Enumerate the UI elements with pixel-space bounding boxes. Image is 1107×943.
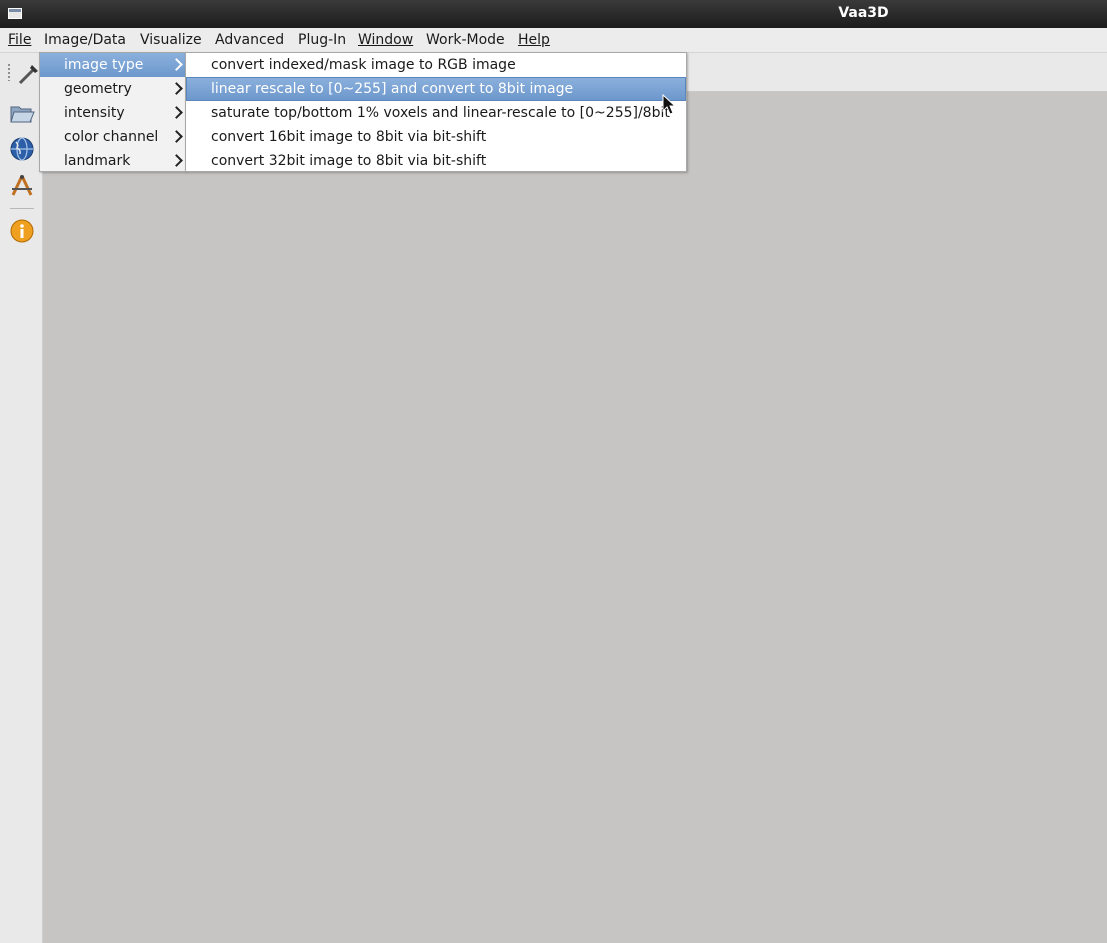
menu-item-label: geometry	[64, 81, 132, 97]
menu-item-label: convert indexed/mask image to RGB image	[211, 57, 516, 73]
menu-item-geometry[interactable]: geometry	[40, 77, 185, 101]
chevron-right-icon	[170, 130, 183, 143]
menu-visualize[interactable]: Visualize	[140, 31, 202, 51]
toolbar-separator	[10, 208, 34, 209]
menu-item-label: convert 32bit image to 8bit via bit-shif…	[211, 153, 487, 169]
chevron-right-icon	[170, 58, 183, 71]
menu-item-label: saturate top/bottom 1% voxels and linear…	[211, 105, 670, 121]
menu-item-label: landmark	[64, 153, 131, 169]
window-title: Vaa3D	[838, 5, 889, 21]
left-toolbar	[0, 53, 43, 943]
open-folder-icon[interactable]	[9, 100, 35, 126]
menu-item-convert-16bit-to-8bit[interactable]: convert 16bit image to 8bit via bit-shif…	[186, 125, 686, 149]
menu-item-label: convert 16bit image to 8bit via bit-shif…	[211, 129, 487, 145]
menu-item-label: color channel	[64, 129, 159, 145]
menu-plug-in[interactable]: Plug-In	[298, 31, 346, 51]
menu-item-saturate-rescale-8bit[interactable]: saturate top/bottom 1% voxels and linear…	[186, 101, 686, 125]
menu-item-convert-32bit-to-8bit[interactable]: convert 32bit image to 8bit via bit-shif…	[186, 149, 686, 173]
workspace-area[interactable]	[43, 92, 1107, 943]
toolbar-grip-handle[interactable]	[7, 63, 11, 81]
chevron-right-icon	[170, 106, 183, 119]
menu-work-mode[interactable]: Work-Mode	[426, 31, 505, 51]
menu-item-intensity[interactable]: intensity	[40, 101, 185, 125]
info-icon[interactable]	[9, 218, 35, 244]
menu-item-convert-indexed-to-rgb[interactable]: convert indexed/mask image to RGB image	[186, 53, 686, 77]
compass-tool-icon[interactable]	[9, 173, 35, 199]
menu-advanced[interactable]: Advanced	[215, 31, 284, 51]
menu-item-label: intensity	[64, 105, 125, 121]
web-globe-icon[interactable]	[9, 136, 35, 162]
menu-bar: File Image/Data Visualize Advanced Plug-…	[0, 28, 1107, 53]
menu-file[interactable]: File	[8, 31, 31, 51]
menu-image-data[interactable]: Image/Data	[44, 31, 126, 51]
chevron-right-icon	[170, 82, 183, 95]
title-bar: Vaa3D	[0, 0, 1107, 29]
menu-item-label: linear rescale to [0~255] and convert to…	[211, 81, 574, 97]
menu-item-linear-rescale-8bit[interactable]: linear rescale to [0~255] and convert to…	[186, 77, 686, 101]
image-type-submenu: convert indexed/mask image to RGB image …	[185, 52, 687, 172]
menu-item-image-type[interactable]: image type	[40, 53, 185, 77]
menu-item-landmark[interactable]: landmark	[40, 149, 185, 173]
chevron-right-icon	[170, 154, 183, 167]
menu-window[interactable]: Window	[358, 31, 413, 51]
image-data-menu: image type geometry intensity color chan…	[39, 52, 186, 172]
menu-item-color-channel[interactable]: color channel	[40, 125, 185, 149]
menu-item-label: image type	[64, 57, 144, 73]
menu-help[interactable]: Help	[518, 31, 550, 51]
mouse-cursor-icon	[662, 94, 677, 115]
